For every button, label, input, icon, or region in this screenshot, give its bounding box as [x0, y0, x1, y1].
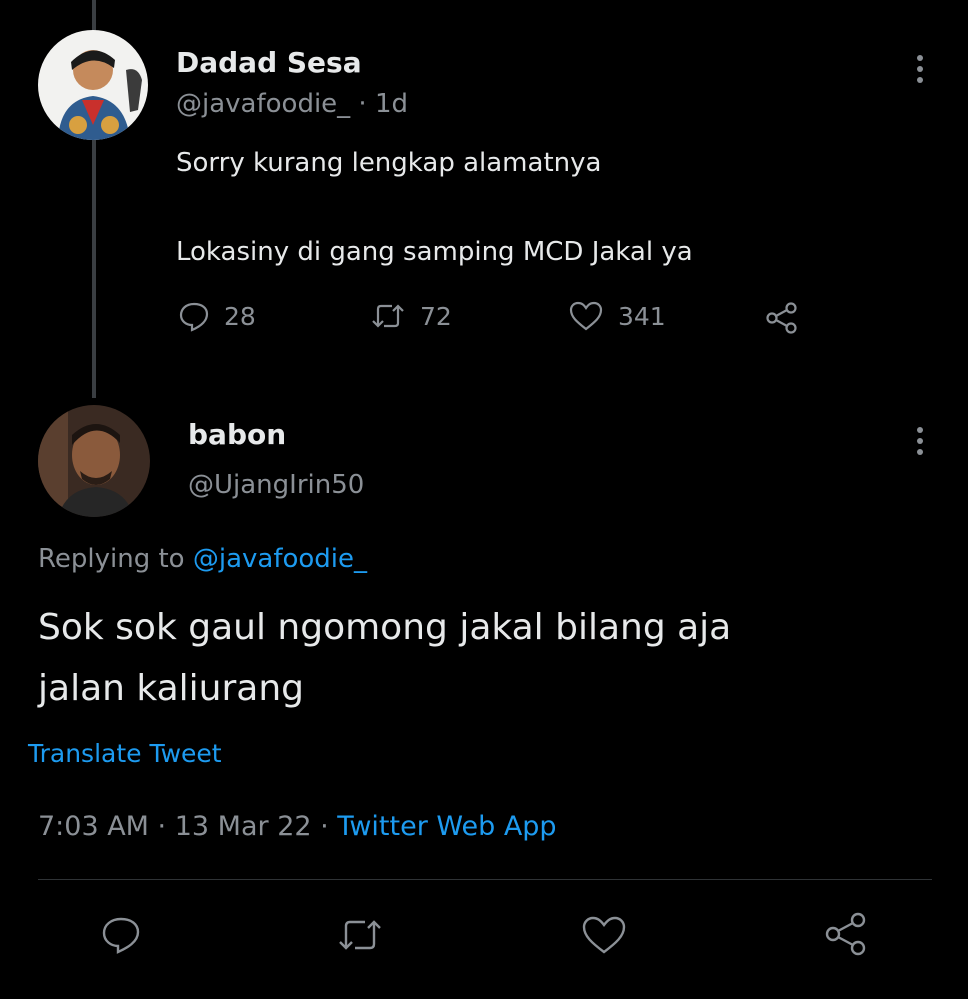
translate-tweet-link[interactable]: Translate Tweet	[28, 739, 222, 768]
like-button[interactable]	[580, 914, 628, 956]
author-handle-time[interactable]: @javafoodie_ · 1d	[176, 89, 408, 119]
more-options-button[interactable]	[908, 424, 932, 458]
share-button[interactable]	[764, 300, 800, 336]
more-vertical-icon	[917, 55, 923, 83]
retweet-count: 72	[420, 301, 452, 331]
like-count: 341	[618, 301, 666, 331]
retweet-icon	[372, 304, 404, 328]
share-icon	[766, 302, 797, 334]
divider	[38, 879, 932, 880]
more-vertical-icon	[917, 427, 923, 455]
like-button[interactable]: 341	[568, 300, 666, 332]
tweet-text-line: Lokasiny di gang samping MCD Jakal ya	[176, 237, 693, 267]
like-icon	[569, 301, 603, 331]
reply-button[interactable]: 28	[178, 300, 256, 332]
reply-icon	[102, 917, 140, 954]
replying-to: Replying to @javafoodie_	[38, 544, 367, 574]
tweet-timestamp: 7:03 AM · 13 Mar 22 · Twitter Web App	[38, 811, 557, 842]
retweet-button[interactable]	[336, 914, 384, 956]
replying-handle-link[interactable]: @javafoodie_	[193, 544, 367, 574]
share-button[interactable]	[822, 910, 870, 958]
retweet-button[interactable]: 72	[370, 300, 452, 332]
avatar-babon[interactable]	[38, 405, 150, 517]
author-name[interactable]: Dadad Sesa	[176, 46, 362, 79]
retweet-icon	[339, 920, 381, 950]
source-link[interactable]: Twitter Web App	[337, 811, 556, 842]
tweet-text-line: Sorry kurang lengkap alamatnya	[176, 148, 602, 178]
reply-count: 28	[224, 301, 256, 331]
reply-icon	[179, 302, 209, 332]
tweet-text-line: Sok sok gaul ngomong jakal bilang aja	[38, 607, 732, 648]
replying-prefix: Replying to	[38, 544, 193, 574]
like-icon	[582, 916, 626, 954]
reply-button[interactable]	[100, 914, 142, 956]
author-handle[interactable]: @UjangIrin50	[188, 470, 364, 500]
timestamp-text[interactable]: 7:03 AM · 13 Mar 22 ·	[38, 811, 337, 842]
avatar-dadad-sesa[interactable]	[38, 30, 148, 140]
tweet-text-line: jalan kaliurang	[38, 668, 305, 709]
author-name[interactable]: babon	[188, 418, 286, 451]
more-options-button[interactable]	[908, 52, 932, 86]
share-icon	[825, 912, 866, 956]
